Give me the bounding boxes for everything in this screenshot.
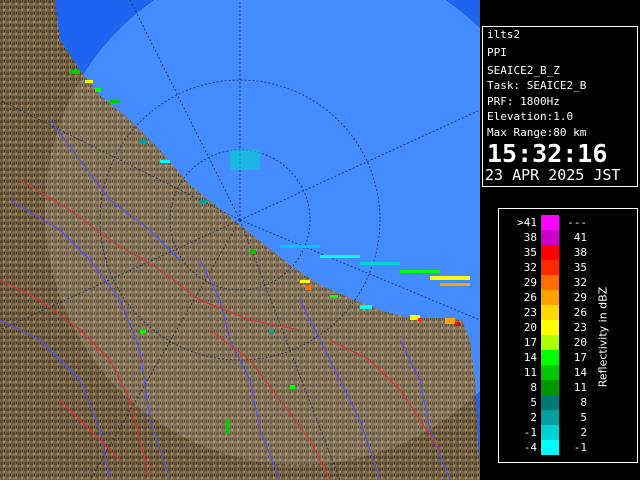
task-name: Task: SEAICE2_B [487,79,587,92]
legend-upper-value: 26 [573,306,587,319]
prf-value: PRF: 1800Hz [487,95,560,108]
legend-color-swatch [541,425,559,440]
legend-lower-value: 2 [530,411,537,424]
legend-upper-value: 17 [573,351,587,364]
max-range-value: Max Range:80 km [487,126,587,139]
legend-unit-label: Reflectivity in dBZ [596,286,610,388]
info-panel: ilts2 PPI SEAICE2_B_Z Task: SEAICE2_B PR… [480,0,640,480]
legend-color-swatch [541,230,559,245]
legend-color-swatch [541,245,559,260]
legend-upper-value: --- [567,216,587,229]
legend-upper-value: 32 [573,276,587,289]
legend-color-swatch [541,260,559,275]
legend-color-swatch [541,215,559,230]
legend-row: 8 11 [499,380,637,395]
legend-row: -4 -1 [499,440,637,455]
radar-ppi-map [0,0,480,480]
legend-lower-value: 32 [523,261,537,274]
legend-upper-value: 41 [573,231,587,244]
legend-row: 35 38 [499,245,637,260]
legend-lower-value: 5 [530,396,537,409]
legend-lower-value: 35 [523,246,537,259]
legend-lower-value: 17 [523,336,537,349]
legend-row: 14 17 [499,350,637,365]
legend-color-swatch [541,380,559,395]
legend-lower-value: 26 [523,291,537,304]
legend-color-swatch [541,335,559,350]
legend-row: 58 [499,395,637,410]
legend-lower-value: 38 [523,231,537,244]
scan-parameters-box: ilts2 PPI SEAICE2_B_Z Task: SEAICE2_B PR… [482,26,638,187]
legend-color-swatch [541,320,559,335]
legend-row: 20 23 [499,320,637,335]
date-display: 23 APR 2025 JST [485,166,621,184]
legend-row: 26 29 [499,290,637,305]
legend-upper-value: 23 [573,321,587,334]
legend-row: 23 26 [499,305,637,320]
legend-upper-value: -1 [573,441,587,454]
legend-lower-value: 29 [523,276,537,289]
legend-color-swatch [541,305,559,320]
legend-upper-value: 38 [573,246,587,259]
legend-row: 32 35 [499,260,637,275]
legend-lower-value: 23 [523,306,537,319]
legend-color-swatch [541,275,559,290]
legend-row: 29 32 [499,275,637,290]
legend-lower-value: -4 [523,441,537,454]
legend-upper-value: 5 [580,411,587,424]
time-display: 15:32:16 [487,139,608,168]
legend-color-swatch [541,410,559,425]
legend-row: >41 --- [499,215,637,230]
legend-color-swatch [541,440,559,455]
legend-lower-value: 20 [523,321,537,334]
legend-upper-value: 2 [580,426,587,439]
scan-name: SEAICE2_B_Z [487,64,560,77]
legend-row: 38 41 [499,230,637,245]
legend-row: 17 20 [499,335,637,350]
legend-upper-value: 11 [573,381,587,394]
elevation-value: Elevation:1.0 [487,110,574,123]
legend-upper-value: 35 [573,261,587,274]
legend-upper-value: 29 [573,291,587,304]
legend-row: -1 2 [499,425,637,440]
legend-color-swatch [541,365,559,380]
site-name: ilts2 [487,28,521,41]
legend-lower-value: -1 [523,426,537,439]
legend-color-swatch [541,350,559,365]
legend-lower-value: >41 [517,216,537,229]
legend-lower-value: 8 [530,381,537,394]
color-legend: >41 --- 38 41 35 38 32 35 29 32 26 29 23 26 20 23 17 20 14… [498,208,638,463]
legend-lower-value: 14 [523,351,537,364]
legend-color-swatch [541,290,559,305]
legend-color-swatch [541,395,559,410]
legend-upper-value: 14 [573,366,587,379]
legend-upper-value: 8 [580,396,587,409]
product-type: PPI [487,46,507,59]
legend-upper-value: 20 [573,336,587,349]
legend-row: 25 [499,410,637,425]
legend-lower-value: 11 [523,366,537,379]
legend-row: 11 14 [499,365,637,380]
